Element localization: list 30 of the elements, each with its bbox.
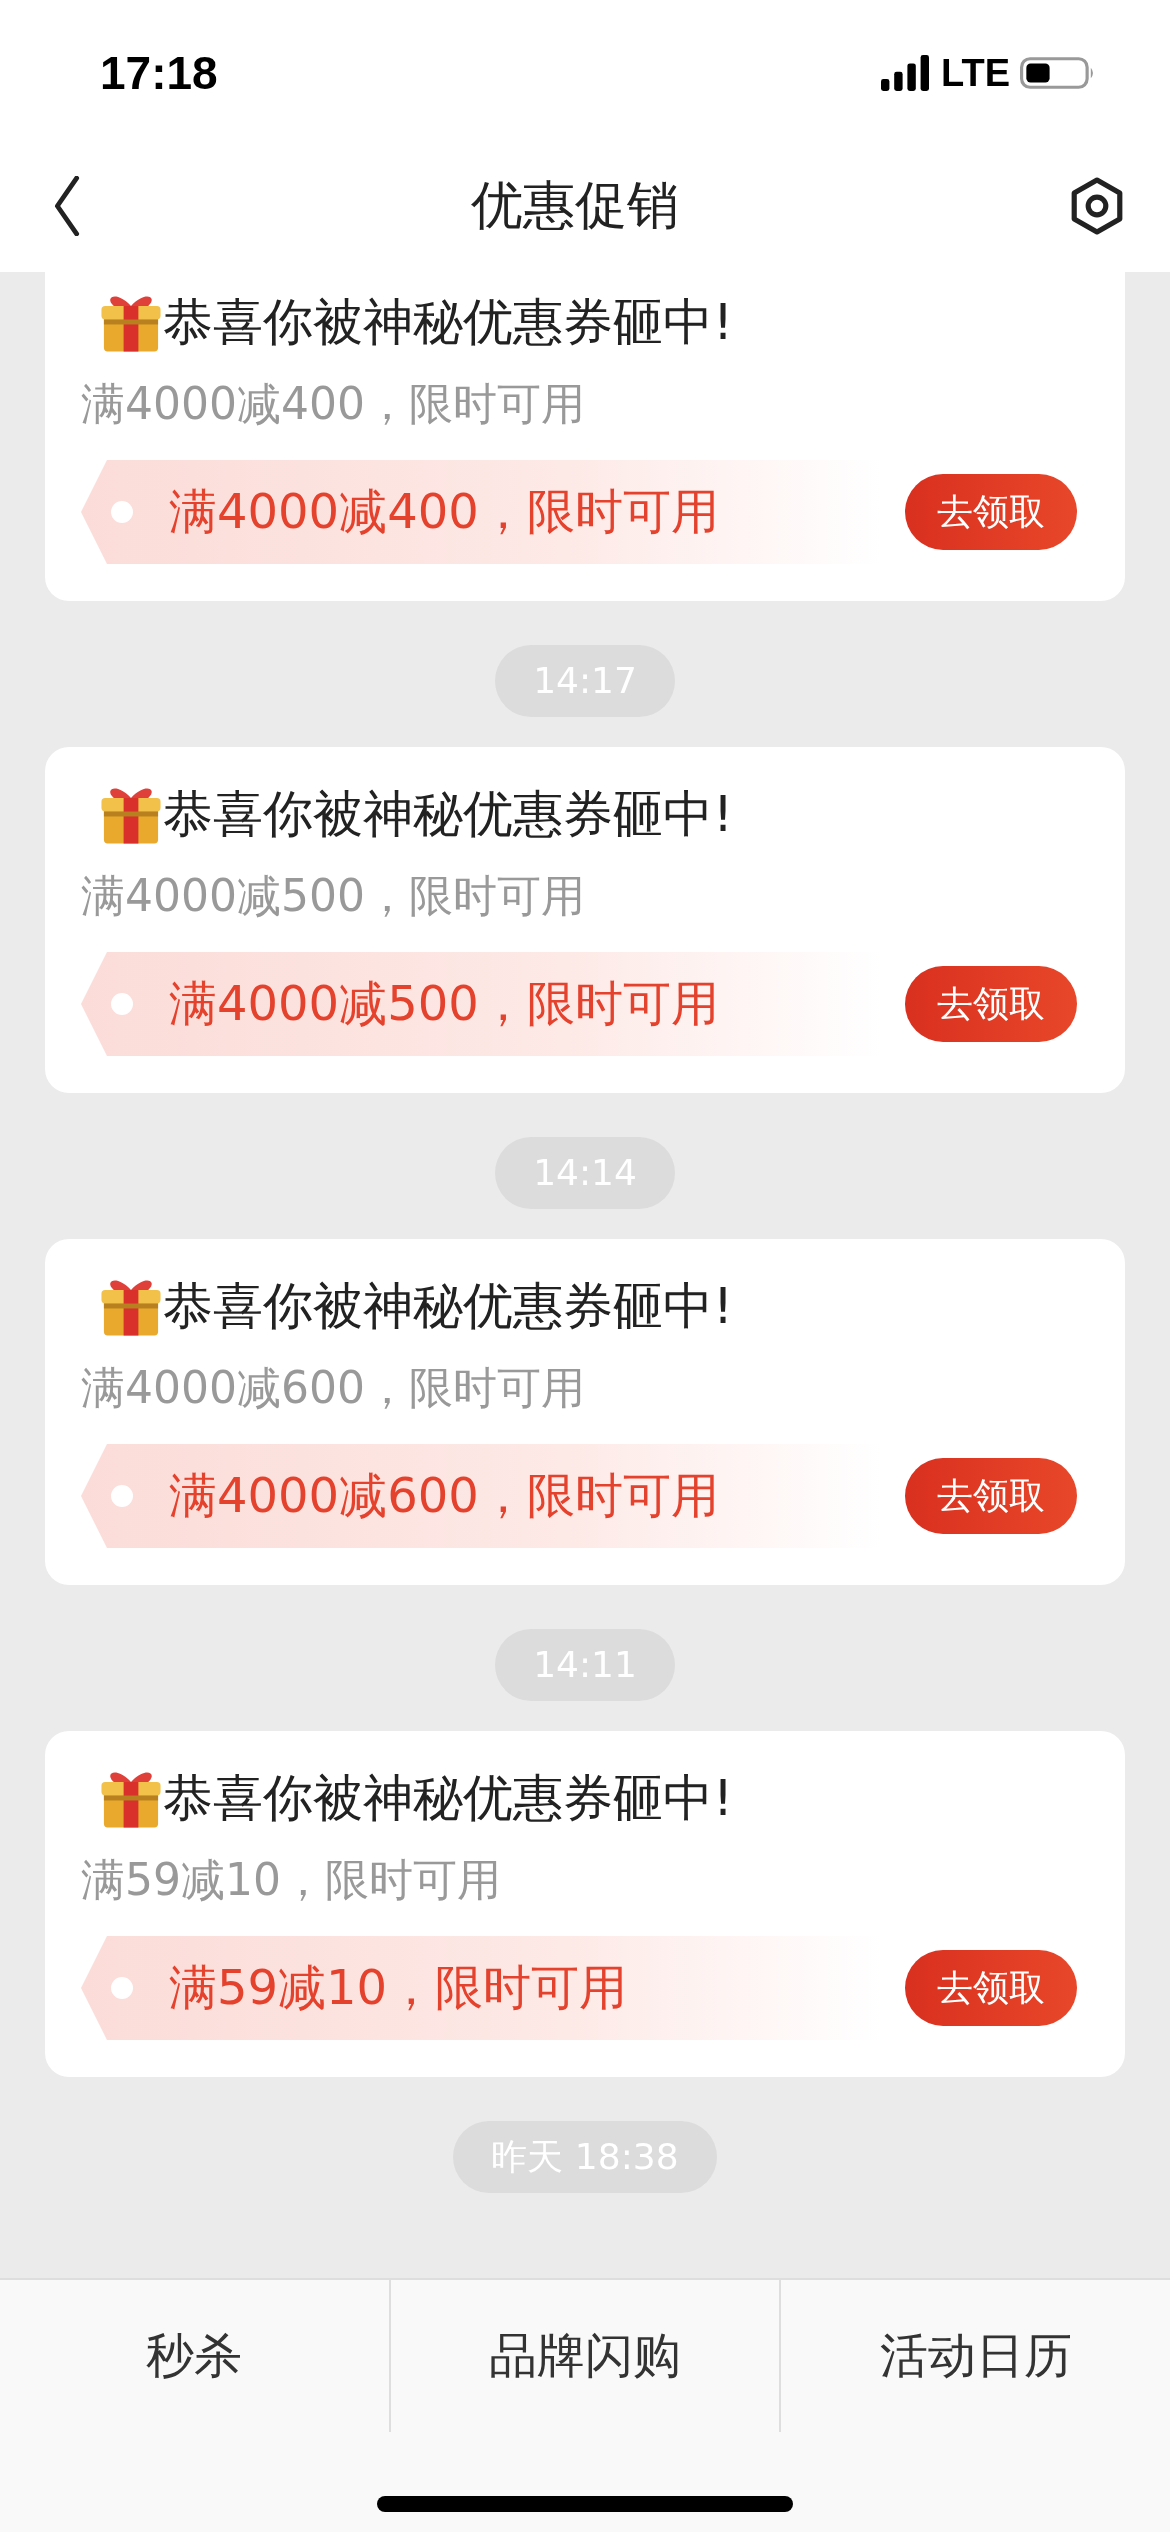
back-button[interactable] — [52, 176, 82, 236]
menu-tab[interactable]: 品牌闪购 — [388, 2280, 780, 2432]
card-title: 恭喜你被神秘优惠券砸中! — [163, 291, 734, 353]
card-title: 恭喜你被神秘优惠券砸中! — [163, 1275, 734, 1337]
dot-icon — [111, 1977, 133, 1999]
claim-button[interactable]: 去领取 — [905, 1458, 1077, 1534]
claim-button[interactable]: 去领取 — [905, 474, 1077, 550]
back-icon — [52, 176, 82, 236]
claim-button[interactable]: 去领取 — [905, 966, 1077, 1042]
coupon-text: 满4000减600，限时可用 — [169, 1466, 719, 1525]
claim-button[interactable]: 去领取 — [905, 1950, 1077, 2026]
battery-icon — [1020, 57, 1094, 89]
coupon-text: 满59减10，限时可用 — [169, 1958, 628, 2017]
coupon-text: 满4000减500，限时可用 — [169, 974, 719, 1033]
card-subtitle: 满4000减400，限时可用 — [81, 377, 586, 431]
network-label: LTE — [941, 51, 1010, 95]
card-subtitle: 满59减10，限时可用 — [81, 1853, 502, 1907]
card-subtitle: 满4000减600，限时可用 — [81, 1361, 586, 1415]
coupon-text: 满4000减400，限时可用 — [169, 482, 719, 541]
clock: 17:18 — [100, 46, 218, 100]
card-title: 恭喜你被神秘优惠券砸中! — [163, 783, 734, 845]
card-subtitle: 满4000减500，限时可用 — [81, 869, 586, 923]
dot-icon — [111, 1485, 133, 1507]
menu-tab[interactable]: 活动日历 — [779, 2280, 1170, 2432]
dot-icon — [111, 501, 133, 523]
dot-icon — [111, 993, 133, 1015]
card-title: 恭喜你被神秘优惠券砸中! — [163, 1767, 734, 1829]
page-title: 优惠促销 — [471, 174, 679, 237]
menu-tab[interactable]: 秒杀 — [0, 2280, 389, 2432]
signal-icon — [879, 55, 932, 91]
